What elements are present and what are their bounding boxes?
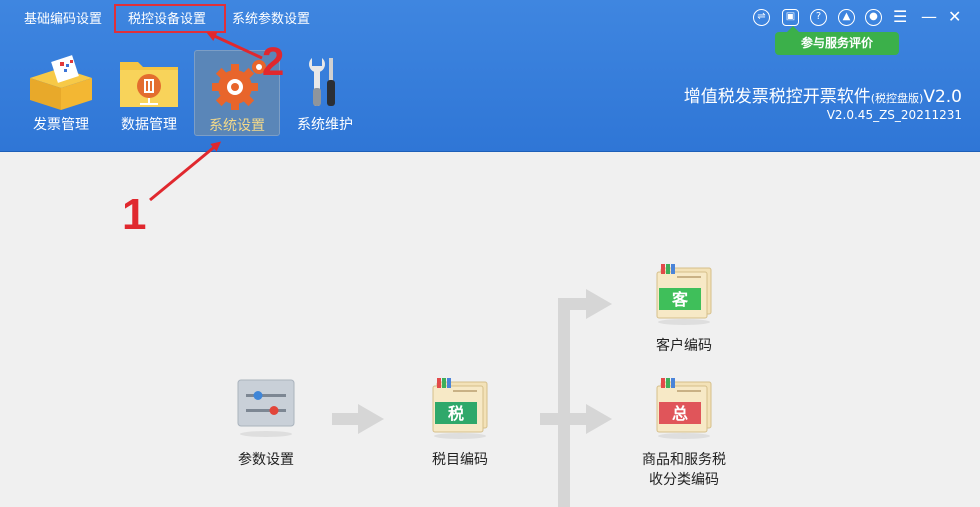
close-icon[interactable]: ✕ xyxy=(948,7,961,27)
invoice-box-icon xyxy=(30,55,92,110)
module-label: 系统维护 xyxy=(297,117,353,133)
module-label: 数据管理 xyxy=(121,117,177,133)
module-label: 发票管理 xyxy=(33,117,89,133)
flow-connector-middle xyxy=(540,413,586,425)
menu-basic-code-settings[interactable]: 基础编码设置 xyxy=(24,10,102,30)
flow-label-tax-item-code: 税目编码 xyxy=(432,452,488,468)
customer-code-book-char: 客 xyxy=(672,290,689,309)
menu-system-param-settings[interactable]: 系统参数设置 xyxy=(232,10,310,30)
exchange-icon[interactable]: ⇌ xyxy=(753,9,770,26)
note-icon[interactable]: ▣ xyxy=(782,9,799,26)
annotation-step1: 1 xyxy=(122,190,147,239)
flow-arrowhead-top xyxy=(586,289,612,319)
flow-vertical-connector xyxy=(558,298,570,507)
flow-connector-top xyxy=(558,298,588,310)
module-invoice-management[interactable]: 发票管理 xyxy=(18,50,104,136)
wrench-icon xyxy=(309,58,335,106)
customer-code-book-icon: 客 xyxy=(656,264,712,325)
flow-label-goods-code-line1: 商品和服务税 xyxy=(642,452,726,468)
arrow-step1 xyxy=(149,141,222,202)
module-system-maintenance[interactable]: 系统维护 xyxy=(282,50,368,136)
slider-panel-icon xyxy=(237,379,295,437)
app-title: 增值税发票税控开票软件(税控盘版)V2.0 xyxy=(684,82,962,107)
flow-tax-item-code[interactable]: 税 税目编码 xyxy=(400,376,520,470)
flow-param-settings[interactable]: 参数设置 xyxy=(206,376,326,470)
menu-icon[interactable]: ☰ xyxy=(893,7,907,27)
flow-customer-code[interactable]: 客 客户编码 xyxy=(624,262,744,356)
app-edition: (税控盘版) xyxy=(870,92,924,105)
tax-code-book-icon: 税 xyxy=(432,378,488,439)
highlight-box-tax-device-settings xyxy=(114,4,226,33)
flow-arrowhead-middle xyxy=(586,404,612,434)
flow-label-param-settings: 参数设置 xyxy=(238,452,294,468)
lock-icon[interactable]: ▲ xyxy=(838,9,855,26)
flow-label-customer-code: 客户编码 xyxy=(656,338,712,354)
app-title-main: 增值税发票税控开票软件 xyxy=(683,87,871,107)
flow-arrowhead-left xyxy=(358,404,384,434)
service-evaluation-button[interactable]: 参与服务评价 xyxy=(775,26,899,55)
annotation-step2: 2 xyxy=(262,40,285,84)
app-version-suffix: V2.0 xyxy=(923,87,962,107)
help-icon[interactable]: ? xyxy=(810,9,827,26)
flow-goods-services-code[interactable]: 总 商品和服务税 收分类编码 xyxy=(614,376,754,490)
user-icon[interactable]: ● xyxy=(865,9,882,26)
goods-code-book-char: 总 xyxy=(672,404,688,423)
module-data-management[interactable]: 数据管理 xyxy=(106,50,192,136)
minimize-icon[interactable]: — xyxy=(921,7,937,27)
module-label: 系统设置 xyxy=(209,118,265,134)
flow-label-goods-code-line2: 收分类编码 xyxy=(649,472,719,488)
app-build-version: V2.0.45_ZS_20211231 xyxy=(826,108,962,122)
flow-connector-left xyxy=(332,413,360,425)
goods-code-book-icon: 总 xyxy=(656,378,712,439)
tax-code-book-char: 税 xyxy=(448,404,464,423)
data-folder-icon xyxy=(120,62,178,107)
